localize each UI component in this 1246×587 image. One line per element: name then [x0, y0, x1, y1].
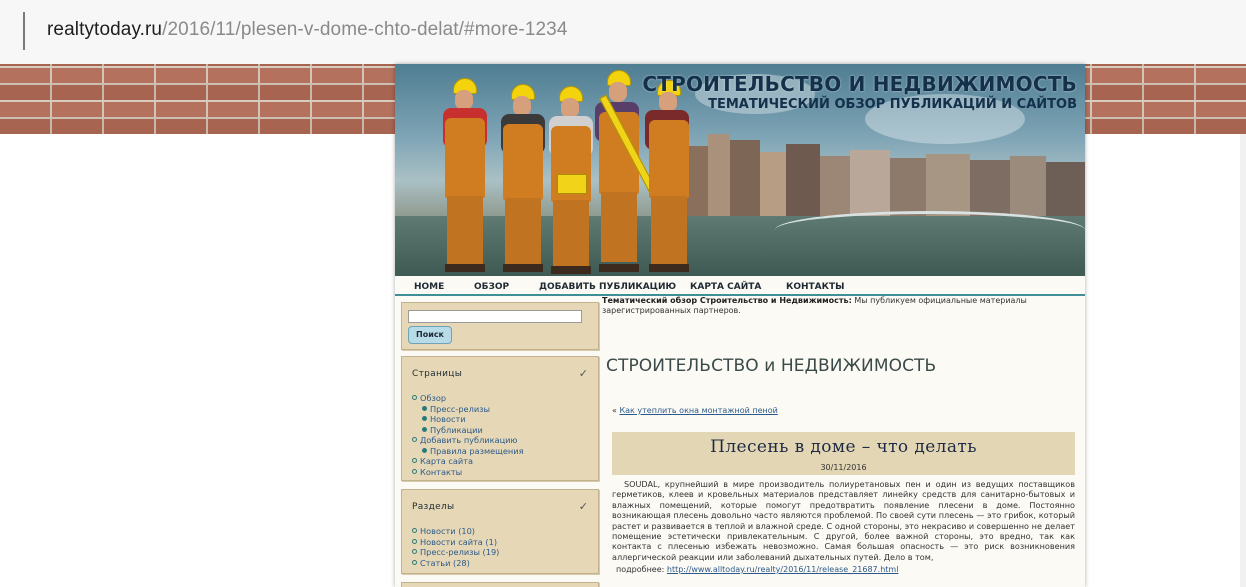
worker-figure	[435, 78, 495, 276]
nav-sitemap[interactable]: КАРТА САЙТА	[690, 282, 761, 292]
building	[1010, 156, 1046, 216]
nav-contacts[interactable]: КОНТАКТЫ	[786, 282, 844, 292]
categories-list: Новости (10) Новости сайта (1) Пресс-рел…	[412, 526, 499, 568]
page-scrollbar[interactable]	[1240, 64, 1246, 587]
building	[926, 154, 970, 216]
pages-list: Обзор Пресс-релизы Новости Публикации До…	[412, 393, 524, 477]
read-more-label: подробнее:	[616, 565, 667, 574]
building	[970, 160, 1010, 216]
building	[890, 158, 926, 216]
building	[708, 134, 730, 216]
pages-item-news[interactable]: Новости	[422, 414, 524, 425]
search-widget: Поиск	[401, 302, 599, 350]
category-item[interactable]: Новости (10)	[412, 526, 499, 537]
address-bar[interactable]: realtytoday.ru/2016/11/plesen-v-dome-cht…	[0, 0, 1246, 65]
building	[760, 152, 786, 216]
checkmark-icon: ✓	[578, 500, 588, 513]
nav-home[interactable]: HOME	[414, 282, 444, 292]
building	[730, 140, 760, 216]
section-heading: СТРОИТЕЛЬСТВО и НЕДВИЖИМОСТЬ	[606, 356, 937, 376]
site-subtitle: ТЕМАТИЧЕСКИЙ ОБЗОР ПУБЛИКАЦИЙ И САЙТОВ	[708, 97, 1077, 112]
categories-widget: Разделы ✓ Новости (10) Новости сайта (1)…	[401, 489, 599, 574]
building	[850, 150, 890, 216]
post-title: Плесень в доме – что делать	[710, 437, 977, 457]
search-button[interactable]: Поиск	[408, 326, 452, 344]
text-cursor	[23, 12, 25, 50]
read-more: подробнее: http://www.alltoday.ru/realty…	[616, 565, 898, 574]
pages-item-overview[interactable]: Обзор	[412, 393, 524, 404]
site-title-block: СТРОИТЕЛЬСТВО И НЕДВИЖИМОСТЬ ТЕМАТИЧЕСКИ…	[642, 72, 1077, 112]
previous-post-link[interactable]: Как утеплить окна монтажной пеной	[619, 406, 777, 415]
post-date: 30/11/2016	[820, 463, 867, 472]
pages-widget-title: Страницы	[412, 369, 463, 379]
site-page: СТРОИТЕЛЬСТВО И НЕДВИЖИМОСТЬ ТЕМАТИЧЕСКИ…	[395, 64, 1085, 587]
category-item[interactable]: Статьи (28)	[412, 558, 499, 569]
pages-item-press-releases[interactable]: Пресс-релизы	[422, 404, 524, 415]
building	[820, 156, 850, 216]
pages-item-contacts[interactable]: Контакты	[412, 467, 524, 478]
main-nav: HOME ОБЗОР ДОБАВИТЬ ПУБЛИКАЦИЮ КАРТА САЙ…	[395, 276, 1085, 296]
pages-widget: Страницы ✓ Обзор Пресс-релизы Новости Пу…	[401, 356, 599, 481]
toolbox	[557, 174, 587, 194]
checkmark-icon: ✓	[578, 367, 588, 380]
nav-overview[interactable]: ОБЗОР	[474, 282, 509, 292]
next-widget	[401, 582, 599, 587]
intro-bold: Тематический обзор Строительство и Недви…	[602, 296, 852, 305]
pages-item-publications[interactable]: Публикации	[422, 425, 524, 436]
building	[786, 144, 820, 216]
category-item[interactable]: Пресс-релизы (19)	[412, 547, 499, 558]
url-path: /2016/11/plesen-v-dome-chto-delat/#more-…	[162, 19, 568, 40]
url-text[interactable]: realtytoday.ru/2016/11/plesen-v-dome-cht…	[47, 19, 568, 41]
post-body: SOUDAL, крупнейший в мире производитель …	[612, 479, 1075, 562]
pages-item-sitemap[interactable]: Карта сайта	[412, 456, 524, 467]
site-intro: Тематический обзор Строительство и Недви…	[602, 296, 1072, 316]
pages-item-add-publication[interactable]: Добавить публикацию	[412, 435, 524, 446]
read-more-link[interactable]: http://www.alltoday.ru/realty/2016/11/re…	[667, 565, 899, 574]
categories-widget-title: Разделы	[412, 502, 455, 512]
pages-item-rules[interactable]: Правила размещения	[422, 446, 524, 457]
search-input[interactable]	[408, 310, 582, 323]
site-title: СТРОИТЕЛЬСТВО И НЕДВИЖИМОСТЬ	[642, 72, 1077, 96]
url-domain: realtytoday.ru	[47, 19, 163, 40]
nav-add-publication[interactable]: ДОБАВИТЬ ПУБЛИКАЦИЮ	[539, 282, 676, 292]
header-banner: СТРОИТЕЛЬСТВО И НЕДВИЖИМОСТЬ ТЕМАТИЧЕСКИ…	[395, 64, 1085, 276]
building	[1046, 162, 1085, 216]
previous-post-nav: « Как утеплить окна монтажной пеной	[612, 406, 778, 415]
post-header: Плесень в доме – что делать 30/11/2016	[612, 432, 1075, 475]
category-item[interactable]: Новости сайта (1)	[412, 537, 499, 548]
